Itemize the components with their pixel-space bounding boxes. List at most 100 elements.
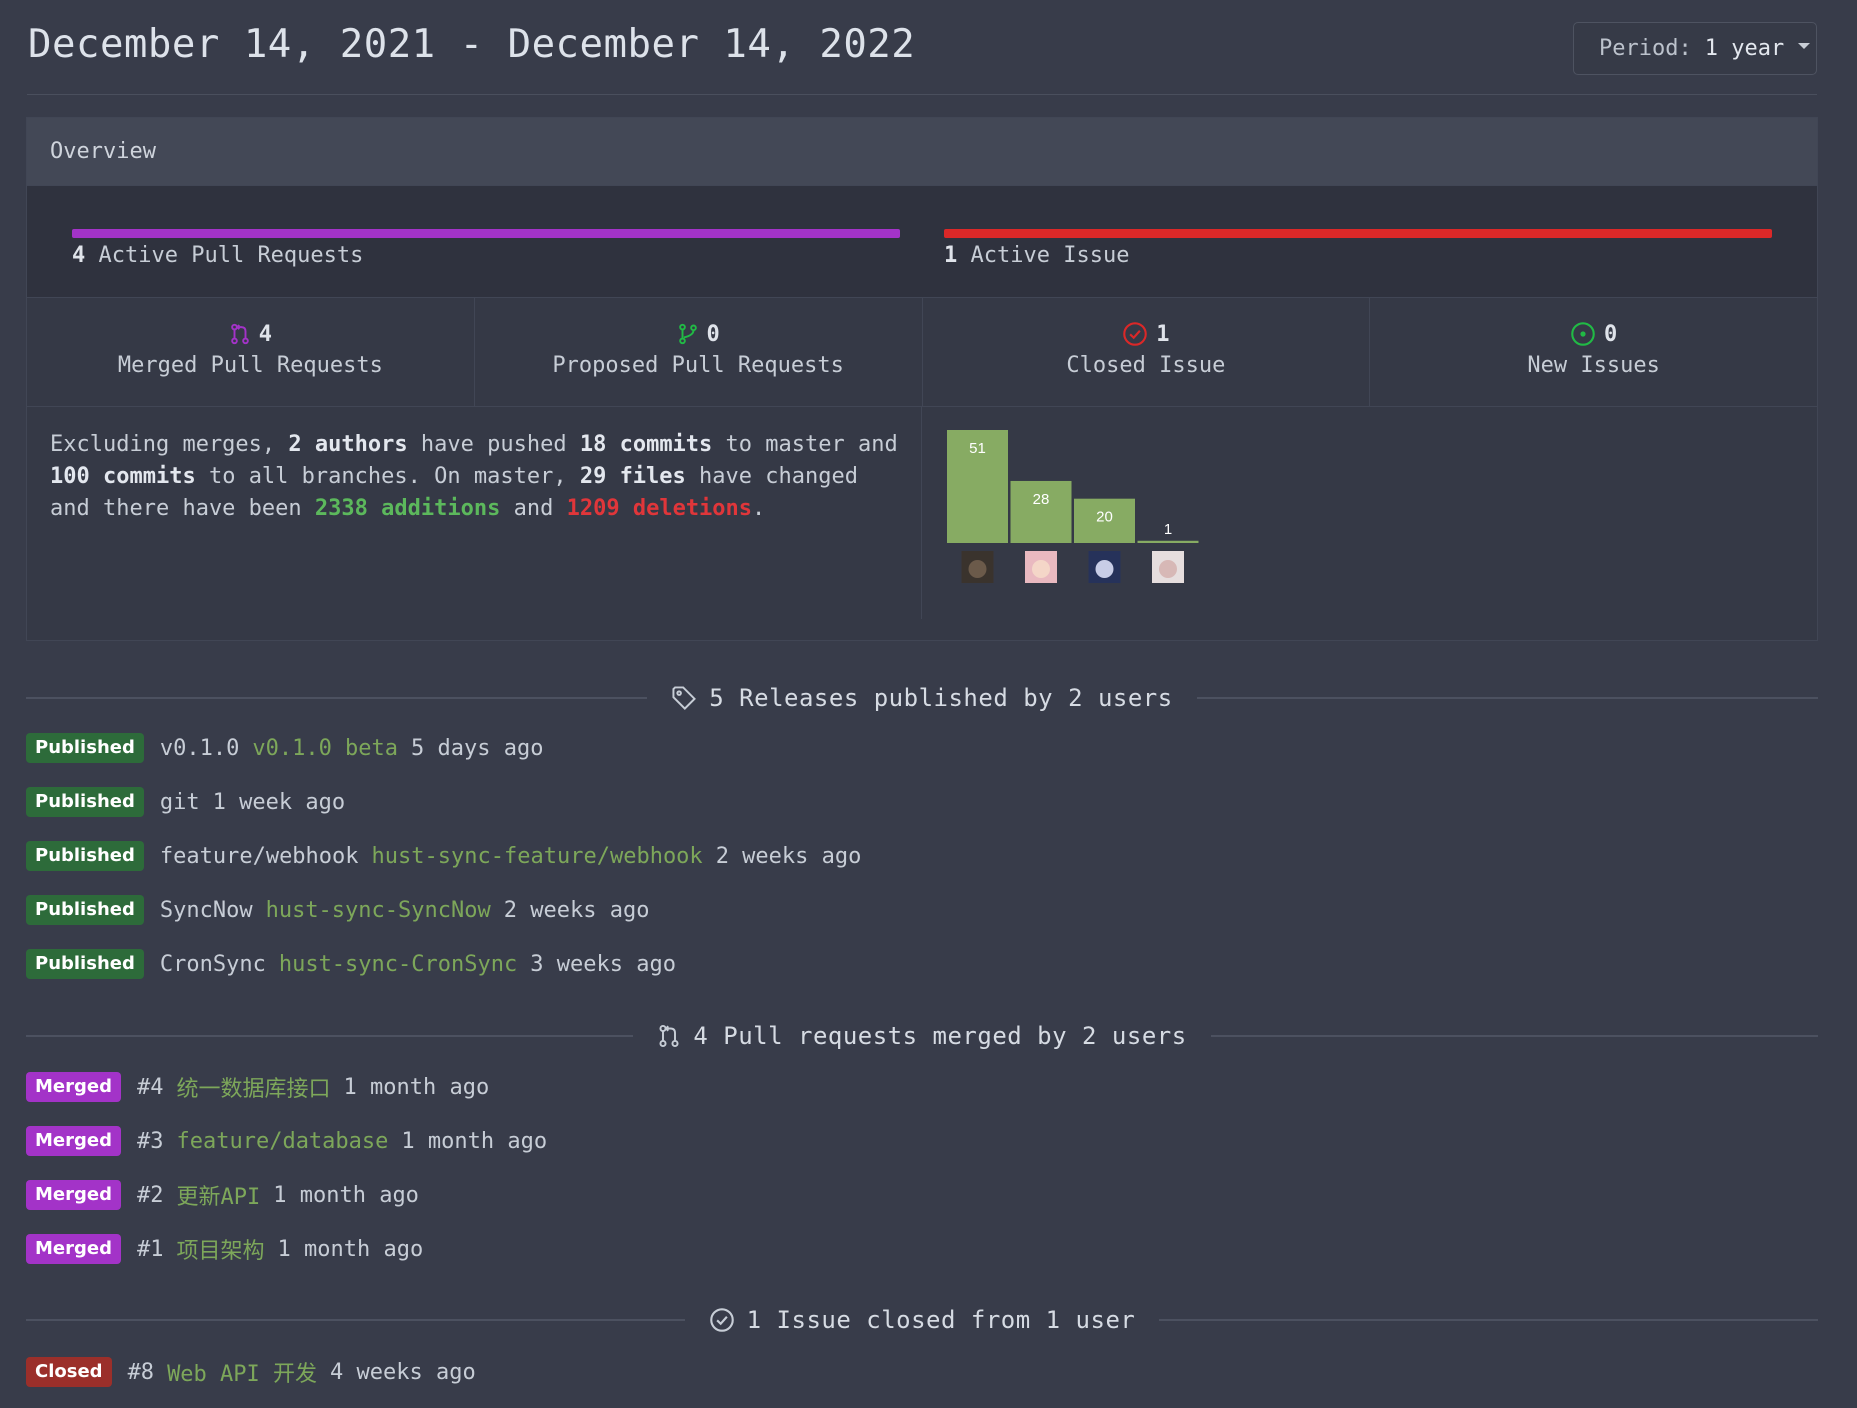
stat-merged-prs[interactable]: 4 Merged Pull Requests [27,298,475,406]
summary-commits-master: 18 commits [579,432,713,457]
active-issues-count: 1 [944,243,958,268]
pull-link[interactable]: 项目架构 [176,1233,264,1265]
active-issues[interactable]: 1 Active Issue [944,229,1772,268]
summary-text: to all branches. On master, [208,464,567,489]
pull-number: #1 [136,1236,164,1262]
divider-line [26,1319,685,1321]
active-prs-progress [72,229,900,238]
new-issues-label: New Issues [1527,353,1660,378]
pull-time: 1 month ago [401,1128,548,1154]
release-time: 2 weeks ago [503,897,650,923]
release-tag: CronSync [159,951,266,977]
issues-list: Closed #8 Web API 开发 4 weeks ago [26,1345,1818,1399]
summary-text: to master and [725,432,898,457]
page-header: December 14, 2021 - December 14, 2022 Pe… [27,0,1817,95]
closed-issues-label: Closed Issue [1066,353,1226,378]
period-dropdown[interactable]: Period: 1 year [1573,22,1817,75]
merged-prs-label: Merged Pull Requests [117,353,383,378]
active-issues-label: Active Issue [970,243,1130,268]
release-link[interactable]: hust-sync-CronSync [279,952,517,977]
contributors-chart: 51 28 20 1 [922,407,1817,619]
issue-link[interactable]: Web API 开发 [167,1356,317,1388]
published-badge: Published [26,949,144,979]
issues-title: 1 Issue closed from 1 user [746,1306,1136,1334]
contributor-bar[interactable] [1137,540,1199,543]
stat-closed-issues[interactable]: 1 Closed Issue [923,298,1371,406]
active-prs[interactable]: 4 Active Pull Requests [72,229,900,268]
commit-summary: Excluding merges, 2 authors have pushed … [27,407,922,619]
chevron-down-icon [1798,42,1811,49]
active-prs-label: Active Pull Requests [98,243,364,268]
pull-time: 1 month ago [273,1182,419,1208]
activity-page: December 14, 2021 - December 14, 2022 Pe… [0,0,1857,1408]
release-item: Published CronSync hust-sync-CronSync 3 … [26,937,1818,991]
period-value: 1 year [1704,36,1785,61]
git-pull-request-icon [659,1024,679,1048]
pulls-divider: 4 Pull requests merged by 2 users [26,1016,1819,1056]
summary-deletions: 1209 deletions [566,496,753,521]
pull-number: #3 [136,1128,164,1154]
issue-number: #8 [127,1359,155,1385]
pull-item: Merged #1 项目架构 1 month ago [26,1222,1818,1276]
release-link[interactable]: hust-sync-SyncNow [266,898,491,923]
summary-text: have pushed [420,432,567,457]
overview-title: Overview [27,118,1817,186]
merged-badge: Merged [26,1234,121,1264]
merged-badge: Merged [26,1072,121,1102]
releases-title: 5 Releases published by 2 users [709,684,1173,712]
contributor-avatar-detail [1095,560,1114,578]
pull-item: Merged #2 更新API 1 month ago [26,1168,1818,1222]
stat-new-issues[interactable]: 0 New Issues [1370,298,1817,406]
divider-line [1210,1035,1819,1037]
release-time: 1 week ago [212,789,346,815]
release-time: 2 weeks ago [715,843,862,869]
contributor-avatar-detail [1159,560,1177,578]
divider-line [26,1035,634,1037]
stat-proposed-prs[interactable]: 0 Proposed Pull Requests [475,298,923,406]
summary-additions: 2338 additions [314,496,501,521]
release-item: Published SyncNow hust-sync-SyncNow 2 we… [26,883,1818,937]
merged-badge: Merged [26,1180,121,1210]
release-link[interactable]: v0.1.0 beta [252,736,398,761]
pull-item: Merged #3 feature/database 1 month ago [26,1114,1818,1168]
summary-commits-all: 100 commits [50,464,196,489]
release-item: Published feature/webhook hust-sync-feat… [26,829,1818,883]
pulls-list: Merged #4 统一数据库接口 1 month ago Merged #3 … [26,1060,1818,1276]
issue-item: Closed #8 Web API 开发 4 weeks ago [26,1345,1818,1399]
pull-item: Merged #4 统一数据库接口 1 month ago [26,1060,1818,1114]
summary-files: 29 files [579,464,686,489]
pull-number: #4 [136,1074,164,1100]
proposed-prs-label: Proposed Pull Requests [552,353,844,378]
release-tag: v0.1.0 [159,735,240,761]
divider-line [1196,697,1818,699]
issue-time: 4 weeks ago [330,1359,476,1385]
release-tag: SyncNow [159,897,253,923]
published-badge: Published [26,787,144,817]
contributor-bar-label: 20 [1096,509,1113,526]
release-tag: feature/webhook [159,843,359,869]
summary-authors: 2 authors [288,432,408,457]
issues-divider: 1 Issue closed from 1 user [26,1300,1818,1340]
pull-link[interactable]: 更新API [176,1179,260,1211]
pull-number: #2 [136,1182,164,1208]
closed-issues-count: 1 [1156,321,1170,347]
contributors-chart-svg: 51 28 20 1 [947,430,1199,583]
contributor-avatar-detail [968,560,987,578]
issue-closed-icon [1123,322,1148,346]
stats-row: 4 Merged Pull Requests 0 Proposed Pull R… [27,298,1817,407]
divider-line [1159,1319,1818,1321]
issue-closed-icon [709,1308,734,1332]
period-label: Period: [1599,36,1692,61]
contributor-avatar-detail [1032,560,1050,578]
summary-text: and [513,496,554,521]
published-badge: Published [26,895,144,925]
release-link[interactable]: hust-sync-feature/webhook [372,844,703,869]
git-merge-icon [230,323,249,345]
pull-link[interactable]: feature/database [176,1129,388,1154]
summary-row: Excluding merges, 2 authors have pushed … [27,407,1817,619]
releases-list: Published v0.1.0 v0.1.0 beta 5 days ago … [26,721,1818,991]
contributor-bar-label: 1 [1164,521,1172,538]
pull-time: 1 month ago [277,1236,424,1262]
pull-link[interactable]: 统一数据库接口 [176,1071,330,1103]
published-badge: Published [26,841,144,871]
